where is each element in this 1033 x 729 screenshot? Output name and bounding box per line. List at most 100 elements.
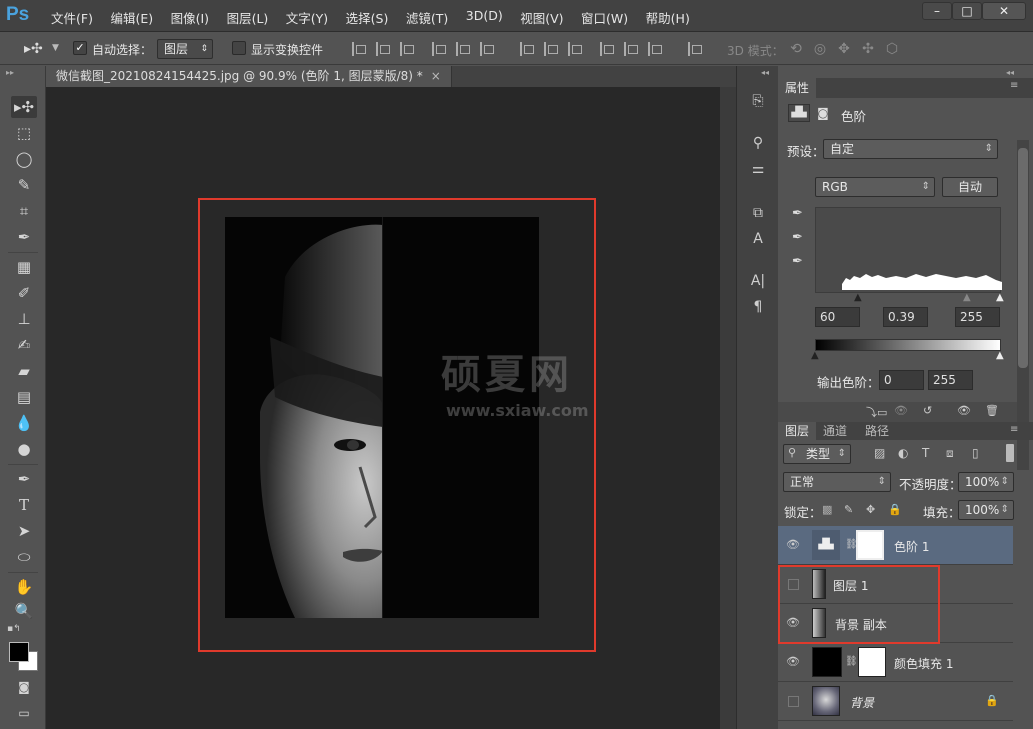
distribute-top-icon[interactable] — [520, 42, 534, 56]
crop-tool-icon[interactable]: ⌗ — [11, 200, 37, 222]
reset-icon[interactable]: ↺ — [923, 404, 932, 417]
clone-stamp-tool-icon[interactable]: ⊥ — [11, 308, 37, 330]
menu-layer[interactable]: 图层(L) — [227, 8, 269, 27]
delete-icon[interactable]: 🗑 — [985, 404, 999, 417]
layer-row-background[interactable]: 背景 🔒 — [778, 682, 1013, 721]
marquee-tool-icon[interactable]: ⬚ — [11, 122, 37, 144]
properties-scrollbar[interactable] — [1017, 140, 1029, 470]
menu-type[interactable]: 文字(Y) — [286, 8, 328, 27]
distribute-bottom-icon[interactable] — [568, 42, 582, 56]
tab-channels[interactable]: 通道 — [816, 422, 854, 440]
output-white-field[interactable]: 255 — [928, 370, 973, 390]
brush-presets-icon[interactable]: ⚲ — [746, 132, 770, 154]
hand-tool-icon[interactable]: ✋ — [11, 576, 37, 598]
chevron-down-icon[interactable]: ▼ — [52, 43, 59, 53]
3d-roll-icon[interactable]: ◎ — [812, 41, 828, 57]
align-vcenter-icon[interactable] — [376, 42, 390, 56]
layer-mask-thumbnail[interactable] — [858, 647, 886, 677]
eyedropper-tool-icon[interactable]: ✒ — [11, 226, 37, 248]
zoom-tool-icon[interactable]: 🔍 — [11, 600, 37, 622]
quick-select-tool-icon[interactable]: ✎ — [11, 174, 37, 196]
3d-pan-icon[interactable]: ✥ — [836, 41, 852, 57]
eye-icon[interactable]: 👁 — [786, 538, 800, 552]
menu-filter[interactable]: 滤镜(T) — [406, 8, 448, 27]
output-white-slider[interactable]: ▲ — [996, 350, 1004, 361]
3d-scale-icon[interactable]: ⬡ — [884, 41, 900, 57]
panel-menu-icon[interactable]: ≡ — [1010, 80, 1018, 91]
menu-file[interactable]: 文件(F) — [51, 8, 93, 27]
dodge-tool-icon[interactable]: ● — [11, 438, 37, 460]
healing-brush-tool-icon[interactable]: ▦ — [11, 256, 37, 278]
distribute-right-icon[interactable] — [648, 42, 662, 56]
paragraph-style-icon[interactable]: A — [746, 228, 770, 250]
move-tool-icon[interactable]: ▸✣ — [11, 96, 37, 118]
input-white-field[interactable]: 255 — [955, 307, 1000, 327]
visibility-checkbox[interactable] — [788, 696, 799, 707]
blur-tool-icon[interactable]: 💧 — [11, 412, 37, 434]
document-tab[interactable]: 微信截图_20210824154425.jpg @ 90.9% (色阶 1, 图… — [46, 66, 452, 87]
menu-3d[interactable]: 3D(D) — [466, 8, 503, 27]
canvas-scrollbar[interactable] — [720, 87, 736, 729]
visibility-toggle-icon[interactable]: 👁 — [957, 404, 971, 417]
blend-mode-select[interactable]: 正常 — [783, 472, 891, 492]
lock-image-icon[interactable]: ✎ — [844, 503, 853, 516]
lock-position-icon[interactable]: ✥ — [866, 503, 875, 516]
properties-scroll-thumb[interactable] — [1018, 148, 1028, 368]
type-tool-icon[interactable]: T — [11, 494, 37, 516]
move-tool-preset-icon[interactable]: ▸✣ — [24, 41, 43, 57]
show-transform-checkbox[interactable] — [232, 41, 246, 55]
menu-image[interactable]: 图像(I) — [171, 8, 209, 27]
collapse-right-icon[interactable]: ◂◂ — [1006, 68, 1014, 77]
input-black-field[interactable]: 60 — [815, 307, 860, 327]
foreground-color-swatch[interactable] — [9, 642, 29, 662]
auto-select-checkbox[interactable]: ✓ — [73, 41, 87, 55]
filter-smart-object-icon[interactable]: ▯ — [972, 446, 979, 460]
close-button[interactable]: ✕ — [982, 2, 1026, 20]
output-black-field[interactable]: 0 — [879, 370, 924, 390]
close-tab-icon[interactable]: × — [431, 69, 441, 83]
brush-tool-icon[interactable]: ✐ — [11, 282, 37, 304]
layers-menu-icon[interactable]: ≡ — [1010, 424, 1018, 435]
black-point-eyedropper-icon[interactable]: ✒ — [792, 206, 803, 221]
tab-paths[interactable]: 路径 — [858, 422, 896, 440]
align-hcenter-icon[interactable] — [456, 42, 470, 56]
input-black-slider[interactable]: ▲ — [854, 292, 862, 303]
ellipse-tool-icon[interactable]: ⬭ — [11, 546, 37, 568]
eye-icon[interactable]: 👁 — [786, 655, 800, 669]
mask-icon[interactable]: ◙ — [814, 104, 832, 122]
lasso-tool-icon[interactable]: ◯ — [11, 148, 37, 170]
gray-point-eyedropper-icon[interactable]: ✒ — [792, 230, 803, 245]
align-left-icon[interactable] — [432, 42, 446, 56]
collapse-panels-icon[interactable]: ◂◂ — [761, 68, 769, 77]
preset-select[interactable]: 自定 — [823, 139, 998, 159]
maximize-button[interactable]: □ — [952, 2, 982, 20]
opacity-field[interactable]: 100% — [958, 472, 1014, 492]
auto-align-icon[interactable] — [688, 42, 702, 56]
clip-to-layer-icon[interactable]: ⤵▭ — [866, 404, 887, 420]
3d-slide-icon[interactable]: ✣ — [860, 41, 876, 57]
filter-adjustment-icon[interactable]: ◐ — [898, 446, 908, 460]
screen-mode-icon[interactable]: ▭ — [11, 702, 37, 724]
path-select-tool-icon[interactable]: ➤ — [11, 520, 37, 542]
layer-row-color-fill[interactable]: 👁 ⛓ 颜色填充 1 — [778, 643, 1013, 682]
menu-edit[interactable]: 编辑(E) — [110, 8, 153, 27]
fill-field[interactable]: 100% — [958, 500, 1014, 520]
filter-pixel-icon[interactable]: ▨ — [874, 446, 885, 460]
gradient-tool-icon[interactable]: ▤ — [11, 386, 37, 408]
menu-select[interactable]: 选择(S) — [346, 8, 389, 27]
character-panel-icon[interactable]: ⧉ — [746, 202, 770, 224]
filter-type-icon[interactable]: T — [922, 446, 929, 460]
collapse-icon[interactable]: ▸▸ — [6, 68, 14, 77]
adjust-sliders-icon[interactable]: ⚌ — [746, 158, 770, 180]
tab-layers[interactable]: 图层 — [778, 422, 817, 440]
align-top-icon[interactable] — [352, 42, 366, 56]
lock-all-icon[interactable]: 🔒 — [888, 503, 902, 516]
minimize-button[interactable]: – — [922, 2, 952, 20]
align-bottom-icon[interactable] — [400, 42, 414, 56]
default-colors-icon[interactable]: ▪↰ — [7, 624, 21, 634]
auto-button[interactable]: 自动 — [942, 177, 998, 197]
pen-tool-icon[interactable]: ✒ — [11, 468, 37, 490]
distribute-hcenter-icon[interactable] — [624, 42, 638, 56]
link-icon[interactable]: ⛓ — [845, 656, 858, 667]
distribute-left-icon[interactable] — [600, 42, 614, 56]
